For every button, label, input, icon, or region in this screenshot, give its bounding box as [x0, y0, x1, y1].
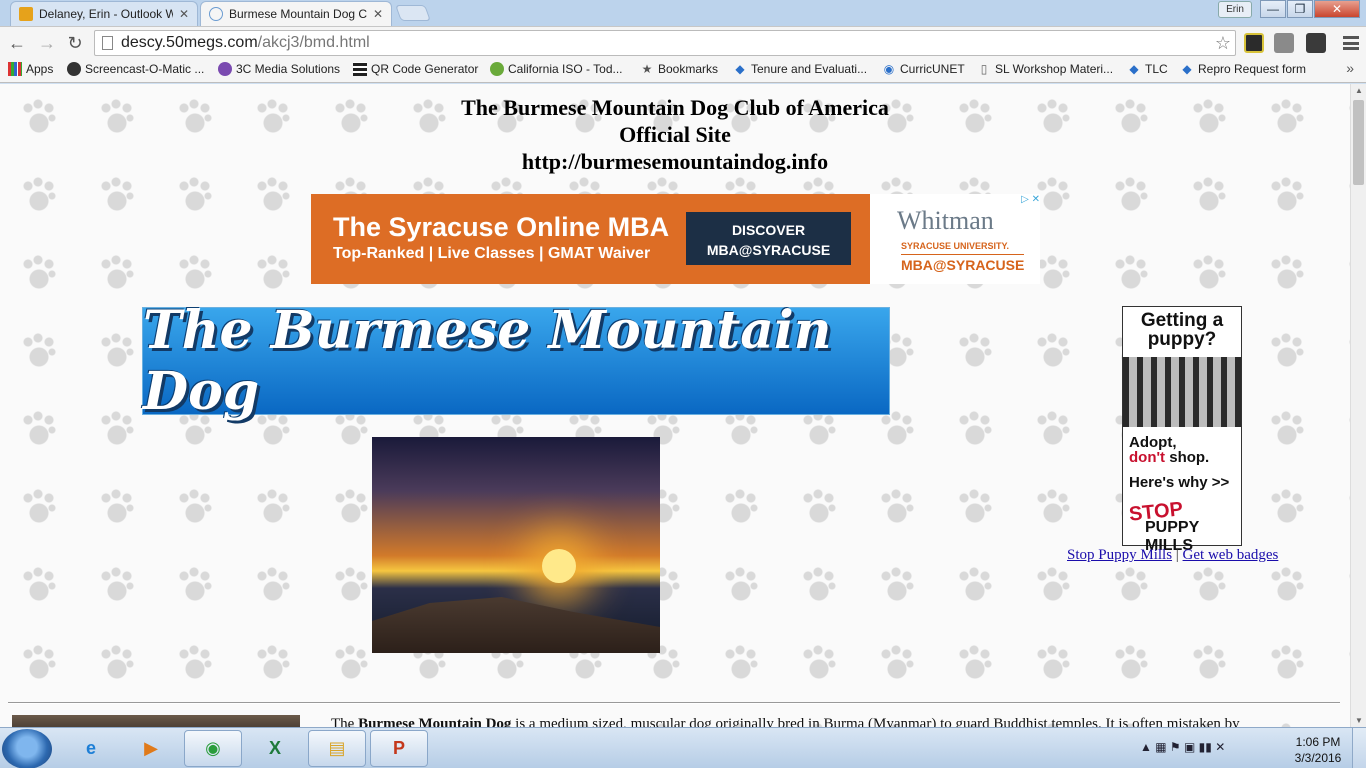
puppy-mill-badge[interactable]: Getting a puppy? Adopt, don't shop. Here…	[1122, 306, 1242, 554]
bookmark-tenure[interactable]: ◆ Tenure and Evaluati...	[733, 62, 867, 76]
chrome-icon[interactable]: ◉	[184, 730, 242, 767]
excel-icon[interactable]: X	[246, 730, 304, 767]
page-banner: The Burmese Mountain Dog	[142, 300, 890, 422]
bookmark-curricunet[interactable]: ◉ CurricUNET	[882, 62, 965, 76]
scroll-down-icon[interactable]: ▼	[1355, 716, 1363, 725]
badge-adopt-text: Adopt, don't shop.	[1129, 434, 1210, 466]
rock-graphic	[372, 597, 660, 653]
powerpoint-icon[interactable]: P	[370, 730, 428, 767]
bookmark-california-iso[interactable]: California ISO - Tod...	[490, 62, 623, 76]
reload-button[interactable]: ↻	[64, 32, 86, 54]
banner-text: The Burmese Mountain Dog	[143, 300, 832, 422]
ad-discover-button[interactable]: DISCOVER MBA@SYRACUSE	[686, 212, 851, 265]
ad-headline: The Syracuse Online MBA	[333, 212, 670, 242]
tab-title: Burmese Mountain Dog Cl	[229, 7, 367, 21]
bookmark-repro-request[interactable]: ◆ Repro Request form	[1180, 62, 1306, 76]
syracuse-mba-ad[interactable]: The Syracuse Online MBA Top-Ranked | Liv…	[311, 194, 1040, 284]
document-icon: ▯	[980, 62, 988, 76]
bookmarks-overflow-icon[interactable]: »	[1346, 60, 1354, 76]
back-button[interactable]: ←	[6, 32, 28, 54]
bookmark-screencast[interactable]: Screencast-O-Matic ...	[67, 62, 204, 76]
address-bar[interactable]: descy.50megs.com/akcj3/bmd.html ☆	[94, 30, 1236, 56]
site-url-line: http://burmesemountaindog.info	[521, 149, 829, 174]
windows-taskbar: e ▶ ◉ X ▤ P ▲ ▦ ⚑ ▣ ▮▮ ✕ 1:06 PM 3/3/201…	[0, 727, 1366, 768]
browser-toolbar: ← → ↻ descy.50megs.com/akcj3/bmd.html ☆	[0, 26, 1366, 58]
bookmark-qr-code[interactable]: QR Code Generator	[353, 62, 478, 76]
ad-brand-logo: Whitman	[897, 206, 994, 235]
scroll-up-icon[interactable]: ▲	[1355, 86, 1363, 95]
california-iso-icon	[490, 62, 504, 76]
chrome-menu-icon[interactable]	[1343, 34, 1359, 52]
bookmark-icon: ◆	[1129, 62, 1139, 76]
page-scrollbar[interactable]: ▲ ▼	[1350, 84, 1366, 727]
bookmark-star-icon[interactable]: ☆	[1215, 31, 1231, 55]
taskbar-clock[interactable]: 1:06 PM 3/3/2016	[1292, 734, 1344, 766]
show-desktop-button[interactable]	[1352, 728, 1366, 768]
dog-sunset-photo	[372, 437, 660, 653]
ad-brand-university: SYRACUSE UNIVERSITY.	[901, 241, 1010, 251]
ad-choices-icon[interactable]: ▷ ✕	[1021, 194, 1040, 205]
star-icon: ★	[641, 62, 653, 76]
close-window-button[interactable]: ✕	[1314, 0, 1360, 18]
badge-why-link[interactable]: Here's why >>	[1129, 474, 1229, 491]
extension-puzzle-icon[interactable]	[1274, 33, 1294, 53]
web-page: The Burmese Mountain Dog Club of America…	[0, 84, 1350, 727]
forward-button[interactable]: →	[36, 32, 58, 54]
address-path: /akcj3/bmd.html	[257, 34, 370, 51]
bookmark-tlc[interactable]: ◆ TLC	[1127, 62, 1167, 76]
bookmark-bookmarks[interactable]: ★ Bookmarks	[640, 62, 718, 76]
bookmark-apps[interactable]: Apps	[8, 62, 53, 76]
maximize-button[interactable]: ❐	[1287, 0, 1313, 18]
bookmark-3c-media[interactable]: 3C Media Solutions	[218, 62, 340, 76]
bookmark-sl-workshop[interactable]: ▯ SL Workshop Materi...	[977, 62, 1113, 76]
caged-puppy-image	[1123, 357, 1241, 427]
get-web-badges-link[interactable]: Get web badges	[1183, 547, 1279, 563]
extension-todo-icon[interactable]	[1244, 33, 1264, 53]
dog-thumbnail-image	[12, 715, 300, 727]
user-profile-badge[interactable]: Erin	[1218, 1, 1252, 18]
bookmark-icon: ◆	[735, 62, 745, 76]
site-title: The Burmese Mountain Dog Club of America…	[340, 94, 1010, 175]
internet-explorer-icon[interactable]: e	[62, 730, 120, 767]
ad-subline: Top-Ranked | Live Classes | GMAT Waiver	[333, 245, 651, 262]
close-tab-icon[interactable]: ✕	[179, 7, 189, 21]
outlook-icon	[19, 7, 33, 21]
clock-date: 3/3/2016	[1294, 751, 1342, 765]
horizontal-rule	[8, 702, 1340, 704]
close-tab-icon[interactable]: ✕	[373, 7, 383, 21]
apps-grid-icon	[8, 62, 22, 76]
ad-orange-panel[interactable]: The Syracuse Online MBA Top-Ranked | Liv…	[311, 194, 870, 284]
tab-title: Delaney, Erin - Outlook W	[39, 7, 173, 21]
minimize-button[interactable]: —	[1260, 0, 1286, 18]
clock-time: 1:06 PM	[1295, 735, 1341, 749]
tab-outlook[interactable]: Delaney, Erin - Outlook W ✕	[10, 1, 198, 26]
bookmark-icon: ◆	[1182, 62, 1192, 76]
page-icon	[209, 7, 223, 21]
address-host: descy.50megs.com	[121, 34, 258, 51]
3c-media-icon	[218, 62, 232, 76]
page-info-icon[interactable]	[102, 36, 113, 50]
start-button[interactable]	[2, 729, 52, 768]
new-tab-button[interactable]	[395, 5, 431, 21]
extension-shield-icon[interactable]	[1306, 33, 1326, 53]
badge-heading: Getting a puppy?	[1140, 310, 1224, 350]
site-title-line: The Burmese Mountain Dog Club of America	[461, 95, 889, 120]
tab-burmese-mountain-dog[interactable]: Burmese Mountain Dog Cl ✕	[200, 1, 392, 26]
qr-code-icon	[353, 62, 367, 76]
media-player-icon[interactable]: ▶	[122, 730, 180, 767]
scrollbar-thumb[interactable]	[1353, 100, 1364, 185]
tab-strip: Delaney, Erin - Outlook W ✕ Burmese Moun…	[0, 0, 1366, 26]
globe-icon: ◉	[883, 62, 895, 76]
stop-puppy-mills-link[interactable]: Stop Puppy Mills	[1067, 547, 1172, 563]
sun-graphic	[542, 549, 576, 583]
badge-links: Stop Puppy Mills | Get web badges	[1067, 547, 1279, 563]
intro-paragraph: The Burmese Mountain Dog is a medium siz…	[331, 716, 1240, 727]
ad-brand-tag: MBA@SYRACUSE	[901, 254, 1025, 273]
file-explorer-icon[interactable]: ▤	[308, 730, 366, 767]
site-title-line: Official Site	[619, 122, 731, 147]
bookmarks-bar: Apps Screencast-O-Matic ... 3C Media Sol…	[0, 58, 1366, 83]
system-tray[interactable]: ▲ ▦ ⚑ ▣ ▮▮ ✕	[1140, 740, 1225, 754]
screencast-icon	[67, 62, 81, 76]
